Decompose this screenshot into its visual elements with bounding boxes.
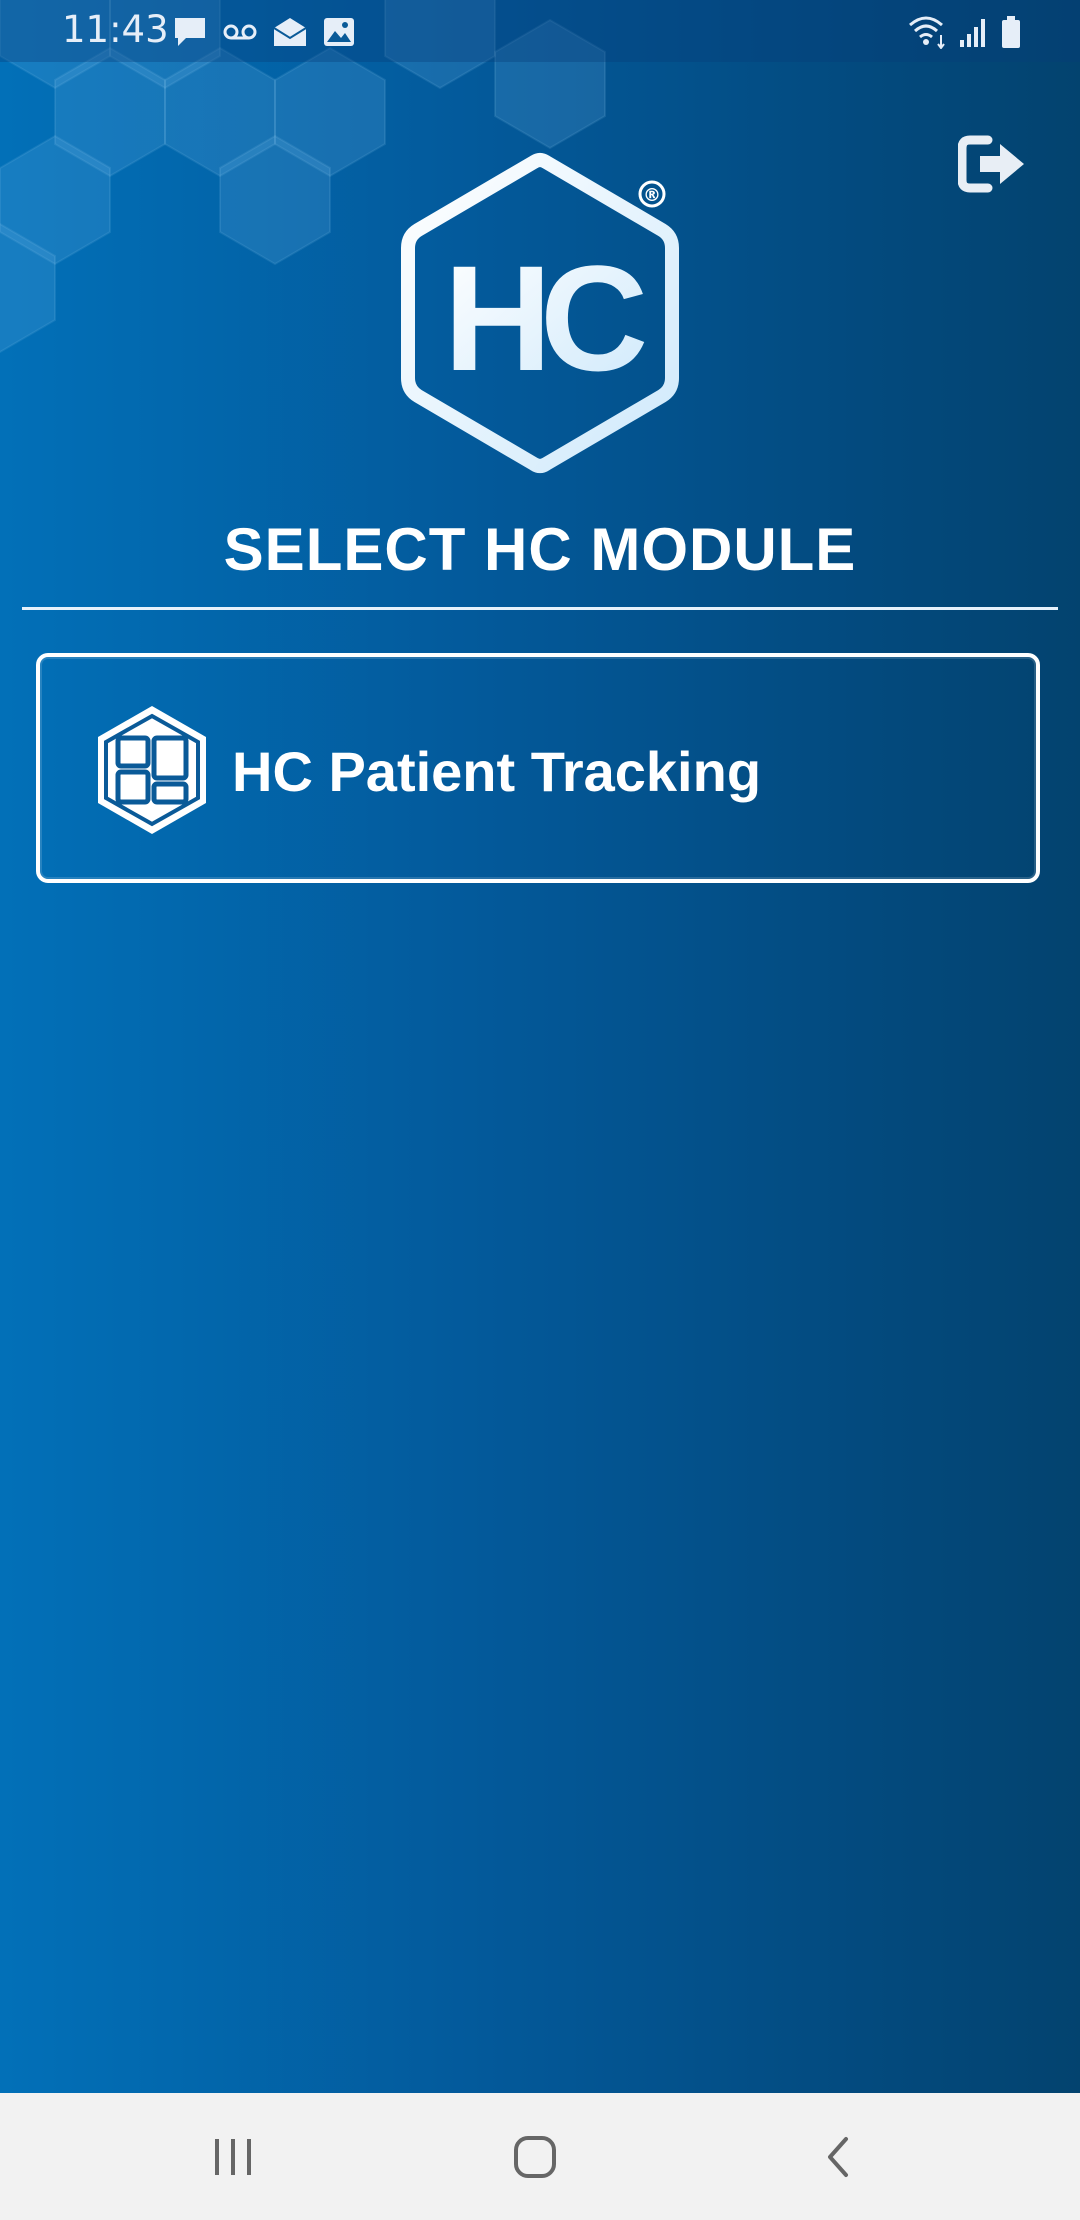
module-card-patient-tracking[interactable]: HC Patient Tracking bbox=[36, 653, 1040, 883]
patient-tracking-icon bbox=[98, 706, 206, 834]
mail-open-icon bbox=[273, 18, 307, 46]
registered-mark: ® bbox=[643, 185, 661, 206]
status-bar: 11:43 bbox=[0, 0, 1080, 62]
voicemail-icon bbox=[223, 24, 257, 40]
battery-icon bbox=[1002, 16, 1020, 48]
status-system-icons bbox=[908, 14, 1022, 50]
status-notification-icons bbox=[172, 14, 356, 50]
signal-icon bbox=[960, 19, 985, 47]
logo-text: HC bbox=[444, 234, 645, 402]
logout-icon bbox=[957, 135, 1024, 193]
recent-apps-icon bbox=[215, 2139, 251, 2175]
module-label: HC Patient Tracking bbox=[232, 740, 762, 803]
wifi-icon bbox=[909, 16, 945, 49]
navigation-bar bbox=[0, 2093, 1080, 2220]
back-button[interactable] bbox=[777, 2113, 897, 2201]
home-icon bbox=[514, 2136, 556, 2178]
title-divider bbox=[22, 607, 1058, 610]
page-title: SELECT HC MODULE bbox=[223, 516, 857, 583]
back-icon bbox=[828, 2137, 848, 2177]
chat-icon bbox=[175, 18, 205, 46]
home-button[interactable] bbox=[475, 2113, 595, 2201]
image-icon bbox=[324, 18, 354, 46]
hc-logo: HC ® bbox=[380, 150, 700, 490]
app-screen: 11:43 HC ® SELECT HC MODULE HC Patient T… bbox=[0, 0, 1080, 2220]
recent-apps-button[interactable] bbox=[173, 2113, 293, 2201]
status-time: 11:43 bbox=[62, 8, 169, 51]
logout-button[interactable] bbox=[957, 132, 1030, 196]
